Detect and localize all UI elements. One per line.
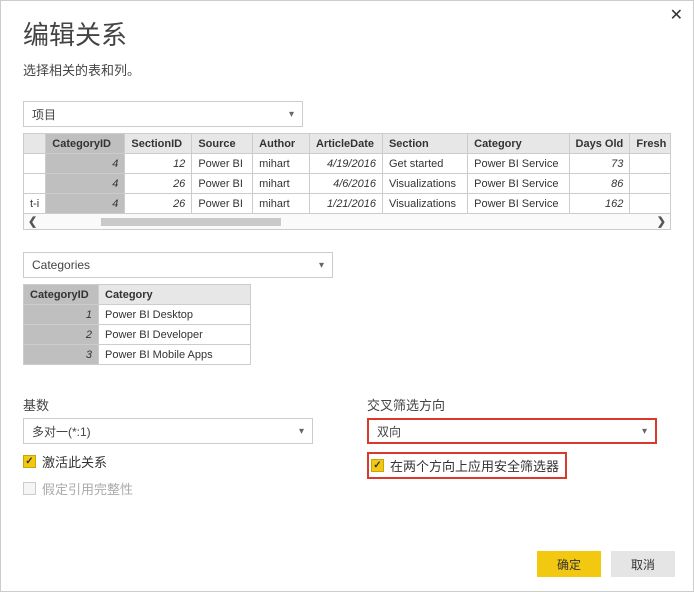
crossfilter-label: 交叉筛选方向	[367, 395, 671, 414]
scroll-track[interactable]	[41, 218, 653, 226]
table-cell	[630, 154, 671, 174]
table1-header[interactable]: Days Old	[569, 134, 630, 154]
table-cell: 73	[569, 154, 630, 174]
table-cell: 2	[24, 325, 99, 345]
crossfilter-value: 双向	[377, 423, 401, 440]
table-row[interactable]: 412Power BImihart4/19/2016Get startedPow…	[24, 154, 671, 174]
table-cell: Power BI Desktop	[99, 305, 251, 325]
table-cell: mihart	[253, 174, 310, 194]
table-cell: 162	[569, 194, 630, 214]
table-cell	[24, 174, 46, 194]
scroll-thumb[interactable]	[101, 218, 281, 226]
assume-ref-label: 假定引用完整性	[42, 479, 133, 498]
table-cell: 4/19/2016	[309, 154, 382, 174]
table2-header[interactable]: Category	[99, 285, 251, 305]
table-row[interactable]: 2Power BI Developer	[24, 325, 251, 345]
table-cell: 4	[46, 194, 125, 214]
table1-header[interactable]: ArticleDate	[309, 134, 382, 154]
dialog-title: 编辑关系	[23, 15, 671, 52]
chevron-down-icon: ▾	[289, 109, 294, 120]
table-cell: 26	[125, 174, 192, 194]
cardinality-value: 多对一(*:1)	[32, 423, 91, 440]
table-cell: t-i	[24, 194, 46, 214]
table1-header-row: CategoryIDSectionIDSourceAuthorArticleDa…	[24, 134, 671, 154]
table-cell: 1	[24, 305, 99, 325]
table-cell: Power BI Service	[468, 154, 569, 174]
table-row[interactable]: t-i426Power BImihart1/21/2016Visualizati…	[24, 194, 671, 214]
table1-header[interactable]: Source	[192, 134, 253, 154]
crossfilter-select[interactable]: 双向 ▾	[367, 418, 657, 444]
activate-checkbox[interactable]	[23, 455, 36, 468]
table-cell: 3	[24, 345, 99, 365]
dialog-subtitle: 选择相关的表和列。	[23, 60, 671, 79]
apply-both-highlight: 在两个方向上应用安全筛选器	[367, 452, 567, 479]
table2: CategoryIDCategory 1Power BI Desktop2Pow…	[23, 284, 251, 365]
ok-button[interactable]: 确定	[537, 551, 601, 577]
table-cell: Power BI Service	[468, 194, 569, 214]
table-row[interactable]: 1Power BI Desktop	[24, 305, 251, 325]
scroll-left-icon[interactable]: ❮	[28, 215, 37, 228]
assume-ref-checkbox	[23, 482, 36, 495]
chevron-down-icon: ▾	[319, 260, 324, 271]
table-cell: mihart	[253, 194, 310, 214]
table1-scrollbar[interactable]: ❮ ❯	[23, 214, 671, 230]
table1-select-value: 项目	[32, 106, 56, 123]
table-cell: 26	[125, 194, 192, 214]
table-cell: Power BI Service	[468, 174, 569, 194]
table-row[interactable]: 426Power BImihart4/6/2016VisualizationsP…	[24, 174, 671, 194]
table1-header[interactable]: CategoryID	[46, 134, 125, 154]
table1-select[interactable]: 项目 ▾	[23, 101, 303, 127]
table-cell: Power BI	[192, 174, 253, 194]
table1-header[interactable]: Fresh	[630, 134, 671, 154]
cancel-button[interactable]: 取消	[611, 551, 675, 577]
apply-both-label: 在两个方向上应用安全筛选器	[390, 456, 559, 475]
table-cell: 4	[46, 174, 125, 194]
scroll-right-icon[interactable]: ❯	[657, 215, 666, 228]
table-cell: 4	[46, 154, 125, 174]
table-cell: Power BI	[192, 194, 253, 214]
table-cell: Power BI Mobile Apps	[99, 345, 251, 365]
table1: CategoryIDSectionIDSourceAuthorArticleDa…	[23, 133, 671, 214]
table-cell: mihart	[253, 154, 310, 174]
assume-ref-checkbox-row: 假定引用完整性	[23, 479, 327, 498]
chevron-down-icon: ▾	[299, 426, 304, 437]
table-cell: Visualizations	[382, 194, 467, 214]
table1-header[interactable]: Category	[468, 134, 569, 154]
table2-header[interactable]: CategoryID	[24, 285, 99, 305]
table-cell	[24, 154, 46, 174]
table-cell: Power BI	[192, 154, 253, 174]
table2-header-row: CategoryIDCategory	[24, 285, 251, 305]
table-cell: 12	[125, 154, 192, 174]
table-cell: 4/6/2016	[309, 174, 382, 194]
chevron-down-icon: ▾	[642, 426, 647, 437]
table-cell: Visualizations	[382, 174, 467, 194]
table2-select-value: Categories	[32, 258, 90, 272]
table-cell: Power BI Developer	[99, 325, 251, 345]
cardinality-select[interactable]: 多对一(*:1) ▾	[23, 418, 313, 444]
table2-select[interactable]: Categories ▾	[23, 252, 333, 278]
table1-header[interactable]: Author	[253, 134, 310, 154]
table-row[interactable]: 3Power BI Mobile Apps	[24, 345, 251, 365]
table1-header[interactable]: SectionID	[125, 134, 192, 154]
cardinality-label: 基数	[23, 395, 327, 414]
table-cell: 1/21/2016	[309, 194, 382, 214]
table1-header[interactable]: Section	[382, 134, 467, 154]
close-icon[interactable]: ✕	[670, 5, 683, 25]
table1-header[interactable]	[24, 134, 46, 154]
table-cell	[630, 194, 671, 214]
activate-checkbox-row[interactable]: 激活此关系	[23, 452, 327, 471]
table-cell	[630, 174, 671, 194]
activate-label: 激活此关系	[42, 452, 107, 471]
table-cell: 86	[569, 174, 630, 194]
apply-both-checkbox[interactable]	[371, 459, 384, 472]
table-cell: Get started	[382, 154, 467, 174]
